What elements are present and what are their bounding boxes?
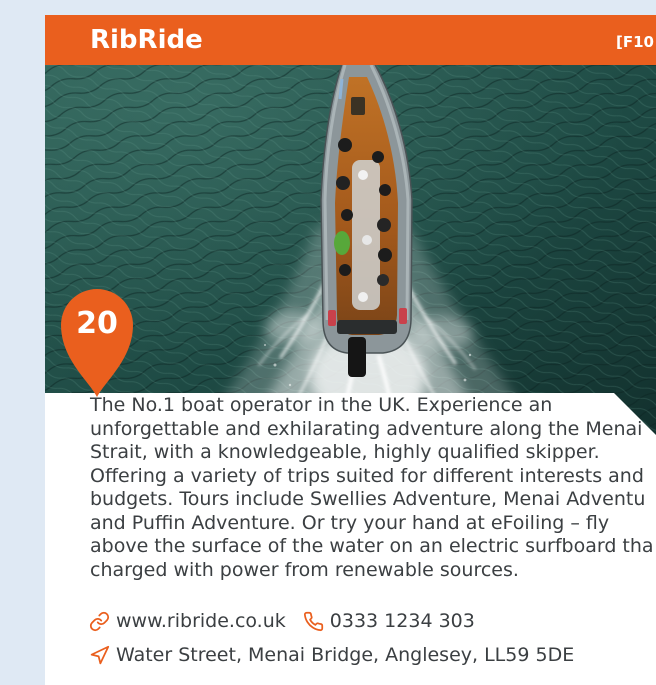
contact-row-address: Water Street, Menai Bridge, Anglesey, LL… [89, 643, 574, 667]
website-link[interactable]: www.ribride.co.uk [116, 609, 286, 633]
map-reference: [F10 [616, 33, 654, 51]
pin-number: 20 [76, 306, 118, 341]
description-line: above the surface of the water on an ele… [90, 535, 654, 557]
card-header: RibRide [F10 [45, 15, 656, 65]
description: The No.1 boat operator in the UK. Experi… [90, 394, 654, 582]
link-icon [89, 611, 110, 632]
contact-row-web-phone: www.ribride.co.uk 0333 1234 303 [89, 609, 475, 633]
listing-card: RibRide [F10 20 The No.1 boat operator i… [45, 15, 656, 685]
location-arrow-icon [89, 645, 110, 666]
boat-transom [337, 320, 397, 334]
address-text: Water Street, Menai Bridge, Anglesey, LL… [116, 644, 575, 666]
boat-seats [352, 160, 380, 310]
listing-photo [45, 65, 656, 440]
description-line: charged with power from renewable source… [90, 558, 519, 581]
description-line: Strait, with a knowledgeable, highly qua… [90, 441, 600, 463]
description-line: and Puffin Adventure. Or try your hand a… [90, 511, 610, 534]
description-line: The No.1 boat operator in the UK. Experi… [90, 394, 553, 416]
description-line: budgets. Tours include Swellies Adventur… [90, 488, 646, 510]
phone-number[interactable]: 0333 1234 303 [330, 609, 475, 633]
map-pin: 20 [61, 289, 133, 397]
description-line: Offering a variety of trips suited for d… [90, 464, 644, 487]
outboard-engine [348, 337, 366, 377]
phone-icon [303, 611, 324, 632]
description-line: unforgettable and exhilarating adventure… [90, 417, 643, 440]
boat-photo [45, 65, 656, 440]
listing-title: RibRide [90, 25, 203, 55]
description-panel: The No.1 boat operator in the UK. Experi… [45, 393, 656, 685]
